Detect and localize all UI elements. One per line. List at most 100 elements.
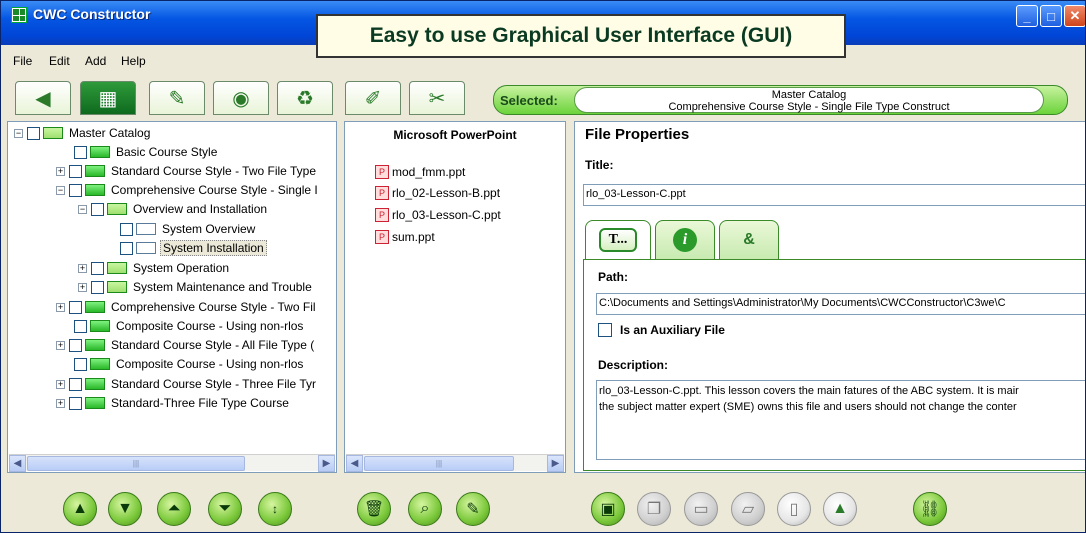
- tree-item-selected[interactable]: System Installation: [120, 239, 267, 257]
- tree-item[interactable]: + System Maintenance and Trouble: [78, 278, 314, 296]
- tree-item[interactable]: System Overview: [120, 220, 257, 238]
- tab-info[interactable]: i: [655, 220, 715, 260]
- move-up-icon[interactable]: ▲: [63, 492, 97, 526]
- tree-checkbox[interactable]: [69, 300, 82, 314]
- tree-item[interactable]: + Standard Course Style - Two File Type: [56, 162, 318, 180]
- tree-view-icon[interactable]: ▦: [80, 81, 136, 115]
- tab-text-label: T...: [598, 228, 638, 252]
- scroll-left-icon[interactable]: ◀: [9, 455, 26, 472]
- menu-help[interactable]: Help: [121, 54, 146, 68]
- tools-icon[interactable]: ✂: [409, 81, 465, 115]
- file-item[interactable]: Pmod_fmm.ppt: [375, 162, 465, 182]
- move-bottom-icon[interactable]: ⏷: [208, 492, 242, 526]
- tree-label: Overview and Installation: [133, 202, 268, 216]
- tree-checkbox[interactable]: [120, 241, 133, 255]
- tree-checkbox[interactable]: [74, 145, 87, 159]
- tree-checkbox[interactable]: [69, 183, 82, 197]
- file-item[interactable]: Prlo_02-Lesson-B.ppt: [375, 183, 500, 203]
- sort-az-icon[interactable]: ↕: [258, 492, 292, 526]
- tree-item[interactable]: + Comprehensive Course Style - Two Fil: [56, 298, 318, 316]
- file-list-pane[interactable]: Microsoft PowerPoint Pmod_fmm.ppt Prlo_0…: [344, 121, 566, 473]
- tree-checkbox[interactable]: [91, 202, 104, 216]
- edit-pen-icon[interactable]: ✎: [456, 492, 490, 526]
- collapse-icon[interactable]: −: [14, 128, 23, 138]
- preview-eye-icon[interactable]: ◉: [213, 81, 269, 115]
- title-field[interactable]: rlo_03-Lesson-C.ppt: [583, 184, 1085, 206]
- checklist-icon[interactable]: ✎: [149, 81, 205, 115]
- edit-folder-icon[interactable]: ✐: [345, 81, 401, 115]
- tree-item[interactable]: + Standard Course Style - All File Type (: [56, 336, 316, 354]
- recycle-icon[interactable]: ♻: [277, 81, 333, 115]
- maximize-button[interactable]: □: [1040, 5, 1062, 27]
- description-label: Description:: [598, 358, 669, 372]
- back-icon[interactable]: ◀: [15, 81, 71, 115]
- scroll-thumb[interactable]: |||: [364, 456, 514, 471]
- expand-icon[interactable]: +: [56, 340, 65, 350]
- scroll-thumb[interactable]: |||: [27, 456, 245, 471]
- file-item[interactable]: Psum.ppt: [375, 227, 435, 247]
- tree-item-master-catalog[interactable]: − Master Catalog: [14, 124, 152, 142]
- tree-checkbox[interactable]: [69, 164, 82, 178]
- copy-icon[interactable]: ❐: [637, 492, 671, 526]
- tree-label: Composite Course - Using non-rlos: [116, 319, 304, 333]
- minimize-button[interactable]: _: [1016, 5, 1038, 27]
- new-page-icon[interactable]: ▯: [777, 492, 811, 526]
- open-folder-icon[interactable]: ▱: [731, 492, 765, 526]
- expand-icon[interactable]: +: [78, 263, 87, 273]
- tree-item[interactable]: Composite Course - Using non-rlos: [74, 355, 305, 373]
- path-label: Path:: [598, 270, 628, 284]
- tree-item[interactable]: Composite Course - Using non-rlos: [74, 317, 305, 335]
- tree-checkbox[interactable]: [69, 338, 82, 352]
- tree-checkbox[interactable]: [91, 280, 104, 294]
- expand-icon[interactable]: +: [56, 379, 65, 389]
- collapse-icon[interactable]: −: [56, 185, 65, 195]
- expand-icon[interactable]: +: [78, 282, 87, 292]
- title-label: Title:: [585, 158, 614, 172]
- expand-icon[interactable]: +: [56, 166, 65, 176]
- tree-checkbox[interactable]: [27, 126, 40, 140]
- tree-item[interactable]: Basic Course Style: [74, 143, 219, 161]
- file-item[interactable]: Prlo_03-Lesson-C.ppt: [375, 205, 501, 225]
- folder-icon[interactable]: ▭: [684, 492, 718, 526]
- move-top-icon[interactable]: ⏶: [157, 492, 191, 526]
- tree-item[interactable]: + Standard Course Style - Three File Tyr: [56, 375, 318, 393]
- tree-item[interactable]: + System Operation: [78, 259, 231, 277]
- delete-trash-icon[interactable]: 🗑: [357, 492, 391, 526]
- auxiliary-file-checkbox[interactable]: [598, 323, 612, 337]
- scroll-right-icon[interactable]: ▶: [547, 455, 564, 472]
- path-field[interactable]: C:\Documents and Settings\Administrator\…: [596, 293, 1085, 315]
- catalog-tree-pane[interactable]: − Master Catalog Basic Course Style + Stan…: [7, 121, 337, 473]
- export-page-icon[interactable]: ▲: [823, 492, 857, 526]
- tree-item[interactable]: − Overview and Installation: [78, 200, 269, 218]
- scroll-right-icon[interactable]: ▶: [318, 455, 335, 472]
- menu-add[interactable]: Add: [85, 54, 106, 68]
- menu-file[interactable]: File: [13, 54, 32, 68]
- package-icon[interactable]: ▣: [591, 492, 625, 526]
- tree-checkbox[interactable]: [120, 222, 133, 236]
- tree-checkbox[interactable]: [69, 396, 82, 410]
- tree-item[interactable]: + Standard-Three File Type Course: [56, 394, 291, 412]
- tab-links[interactable]: &: [719, 220, 779, 260]
- find-binoculars-icon[interactable]: ⌕: [408, 492, 442, 526]
- tree-label: Standard-Three File Type Course: [111, 396, 289, 410]
- tree-checkbox[interactable]: [69, 377, 82, 391]
- menu-edit[interactable]: Edit: [49, 54, 70, 68]
- move-down-icon[interactable]: ▼: [108, 492, 142, 526]
- description-field[interactable]: rlo_03-Lesson-C.ppt. This lesson covers …: [596, 380, 1085, 460]
- tree-checkbox[interactable]: [91, 261, 104, 275]
- expand-icon[interactable]: +: [56, 302, 65, 312]
- tree-checkbox[interactable]: [74, 357, 87, 371]
- tree-horizontal-scrollbar[interactable]: ◀ ||| ▶: [9, 454, 335, 472]
- tree-label: System Operation: [133, 261, 230, 275]
- scroll-left-icon[interactable]: ◀: [346, 455, 363, 472]
- expand-icon[interactable]: +: [56, 398, 65, 408]
- tree-item[interactable]: − Comprehensive Course Style - Single I: [56, 181, 320, 199]
- link-chain-icon[interactable]: ⛓: [913, 492, 947, 526]
- tab-text[interactable]: T...: [585, 220, 651, 260]
- tree-label: Standard Course Style - Two File Type: [111, 164, 316, 178]
- close-button[interactable]: ✕: [1064, 5, 1085, 27]
- open-folder-icon: [43, 127, 63, 139]
- files-horizontal-scrollbar[interactable]: ◀ ||| ▶: [346, 454, 564, 472]
- collapse-icon[interactable]: −: [78, 204, 87, 214]
- tree-checkbox[interactable]: [74, 319, 87, 333]
